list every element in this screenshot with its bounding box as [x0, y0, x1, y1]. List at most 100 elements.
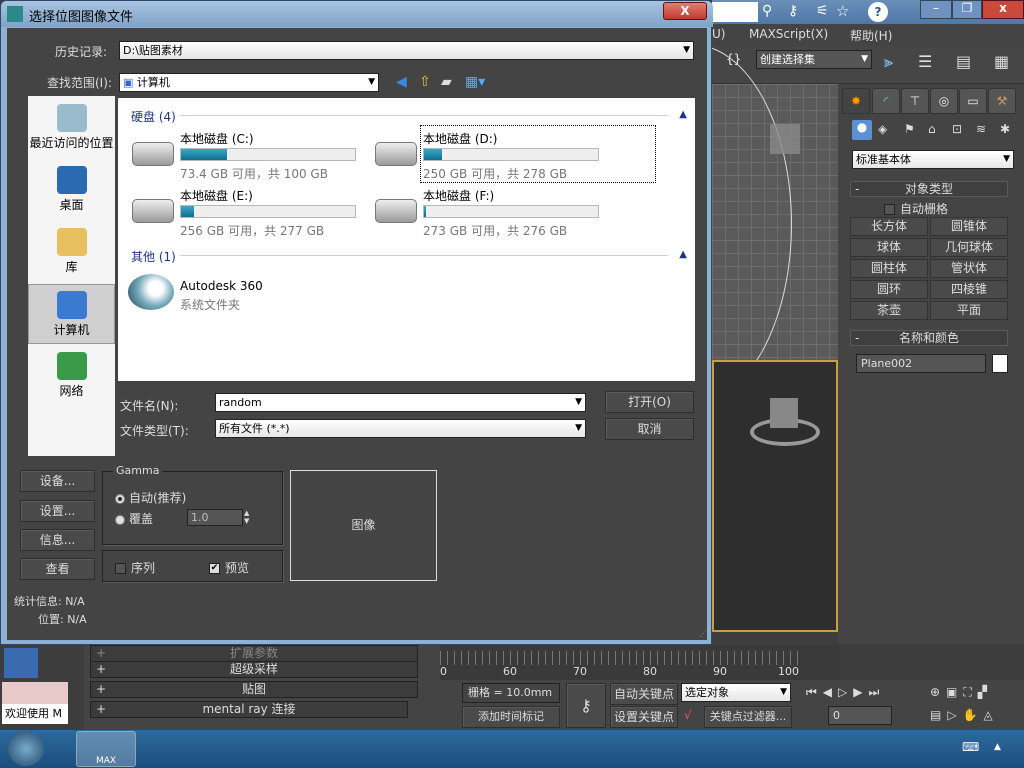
drive-item[interactable]: 本地磁盘 (F:) 273 GB 可用，共 276 GB	[375, 185, 653, 238]
object-button[interactable]: 圆柱体	[850, 259, 928, 278]
object-color-swatch[interactable]	[992, 354, 1008, 373]
chevron-up-icon[interactable]: ▲	[679, 249, 687, 260]
name-color-rollout[interactable]: - 名称和颜色	[850, 330, 1008, 346]
align-icon[interactable]: ☰	[918, 52, 932, 71]
group-header-drives[interactable]: 硬盘 (4)	[131, 108, 176, 125]
object-button[interactable]: 圆环	[850, 280, 928, 299]
view-menu-icon[interactable]: ▦▾	[465, 74, 485, 90]
cancel-button[interactable]: 取消	[605, 418, 694, 440]
object-button[interactable]: 长方体	[850, 217, 928, 236]
object-button[interactable]: 四棱锥	[930, 280, 1008, 299]
rollout-supersampling[interactable]: + 超级采样	[90, 661, 418, 678]
systems-icon[interactable]: ✱	[1000, 122, 1010, 136]
key-icon[interactable]: ⚷	[788, 3, 798, 19]
viewport-pan-icon[interactable]: ▤▷✋◬	[930, 708, 999, 722]
up-folder-icon[interactable]: ⇧	[419, 74, 431, 90]
rollout-extended[interactable]: + 扩展参数	[90, 645, 418, 662]
gamma-value-spinner[interactable]: 1.0	[187, 509, 243, 526]
curve-icon[interactable]: √	[684, 708, 692, 722]
modify-tab-icon[interactable]: ◜	[872, 88, 900, 114]
motion-tab-icon[interactable]: ◎	[930, 88, 958, 114]
object-button[interactable]: 茶壶	[850, 301, 928, 320]
menu-help[interactable]: 帮助(H)	[850, 27, 892, 44]
object-type-rollout[interactable]: - 对象类型	[850, 181, 1008, 197]
object-button[interactable]: 圆锥体	[930, 217, 1008, 236]
mirror-icon[interactable]: ⫸	[884, 52, 893, 72]
layer-icon[interactable]: ▤	[956, 52, 971, 71]
object-button[interactable]: 球体	[850, 238, 928, 257]
object-button[interactable]: 平面	[930, 301, 1008, 320]
taskbar-app-max[interactable]: MAX	[76, 731, 136, 767]
hierarchy-tab-icon[interactable]: ⊤	[901, 88, 929, 114]
star-icon[interactable]: ☆	[836, 2, 849, 20]
close-button[interactable]: X	[663, 2, 707, 20]
viewport-perspective[interactable]	[712, 360, 838, 632]
autogrid-checkbox[interactable]: 自动栅格	[884, 200, 948, 217]
playback-controls-icon[interactable]: ⏮◀▷▶⏭	[806, 685, 885, 700]
max-close-button[interactable]: x	[982, 0, 1024, 19]
dialog-title-bar[interactable]: 选择位图图像文件 X	[1, 1, 713, 27]
create-tab-icon[interactable]: ✸	[842, 88, 870, 114]
filename-input[interactable]: random ▼	[215, 393, 586, 412]
devices-button[interactable]: 设备...	[20, 470, 95, 492]
layout-icon[interactable]	[4, 648, 38, 678]
chevron-up-icon[interactable]: ▲	[679, 109, 687, 120]
menu-maxscript[interactable]: MAXScript(X)	[749, 27, 828, 41]
sequence-checkbox[interactable]: 序列	[115, 559, 155, 576]
back-icon[interactable]: ◀	[396, 74, 407, 90]
start-button[interactable]	[8, 732, 44, 766]
tray-expand-icon[interactable]: ▲	[994, 742, 1001, 752]
gamma-auto-radio[interactable]: 自动(推荐)	[115, 489, 186, 506]
viewport-nav-icon[interactable]: ⊕▣⛶▞	[930, 685, 993, 700]
restore-button[interactable]: ❐	[952, 0, 982, 19]
timeline[interactable]: 0 60 70 80 90 100	[440, 645, 840, 680]
resize-grip-icon[interactable]: ⋰	[699, 629, 707, 638]
filetype-dropdown[interactable]: 所有文件 (*.*) ▼	[215, 419, 586, 438]
gamma-override-radio[interactable]: 覆盖	[115, 510, 153, 527]
object-name-input[interactable]: Plane002	[856, 354, 986, 373]
search-box[interactable]	[712, 2, 758, 22]
group-header-other[interactable]: 其他 (1)	[131, 248, 176, 265]
place-computer[interactable]: 计算机	[28, 284, 115, 344]
scene-explorer-icon[interactable]: ▦	[994, 52, 1009, 71]
geometry-icon[interactable]: ●	[852, 120, 872, 140]
new-folder-icon[interactable]: ▰	[441, 74, 452, 90]
shapes-icon[interactable]: ◈	[878, 122, 887, 136]
preview-checkbox[interactable]: ✔ 预览	[209, 559, 249, 576]
list-item-autodesk360[interactable]: Autodesk 360 系统文件夹	[126, 270, 386, 314]
menu-item[interactable]: U)	[712, 27, 725, 41]
cameras-icon[interactable]: ⌂	[928, 122, 936, 136]
set-key-button[interactable]: 设置关键点	[610, 706, 678, 728]
help-icon[interactable]: ?	[868, 2, 888, 22]
object-button[interactable]: 管状体	[930, 259, 1008, 278]
place-recent-places[interactable]: 最近访问的位置	[28, 98, 115, 158]
viewport-top[interactable]	[592, 44, 838, 404]
spinner-arrows-icon[interactable]: ▲ ▼	[244, 509, 249, 525]
current-frame-input[interactable]: 0	[828, 706, 892, 725]
view-button[interactable]: 查看	[20, 558, 95, 580]
file-list[interactable]: 硬盘 (4) ▲ 本地磁盘 (C:) 73.4 GB 可用，共 100 GB 本地磁…	[118, 98, 695, 381]
maxscript-listener[interactable]	[2, 682, 68, 704]
rollout-maps[interactable]: + 贴图	[90, 681, 418, 698]
add-time-tag[interactable]: 添加时间标记	[462, 706, 560, 728]
place-library[interactable]: 库	[28, 222, 115, 282]
set-key-mode-key-icon[interactable]: ⚷	[566, 683, 606, 728]
drive-item[interactable]: 本地磁盘 (D:) 250 GB 可用，共 278 GB	[375, 125, 656, 183]
place-desktop[interactable]: 桌面	[28, 160, 115, 220]
keyboard-icon[interactable]: ⌨	[962, 740, 979, 754]
key-mode-dropdown[interactable]: 选定对象 ▼	[681, 683, 791, 702]
place-network[interactable]: 网络	[28, 346, 115, 406]
display-tab-icon[interactable]: ▭	[959, 88, 987, 114]
lookin-dropdown[interactable]: ▣ 计算机 ▼	[119, 73, 379, 92]
spacewarps-icon[interactable]: ≋	[976, 122, 986, 136]
history-dropdown[interactable]: D:\贴图素材 ▼	[119, 41, 694, 60]
key-filters-button[interactable]: 关键点过滤器...	[704, 706, 792, 728]
object-button[interactable]: 几何球体	[930, 238, 1008, 257]
minimize-button[interactable]: –	[920, 0, 952, 19]
binoculars-icon[interactable]: ⚲	[762, 3, 772, 19]
utilities-tab-icon[interactable]: ⚒	[988, 88, 1016, 114]
selection-set-dropdown[interactable]: 创建选择集 ▼	[756, 50, 872, 69]
open-button[interactable]: 打开(O)	[605, 391, 694, 413]
info-button[interactable]: 信息...	[20, 529, 95, 551]
auto-key-button[interactable]: 自动关键点	[610, 683, 678, 705]
